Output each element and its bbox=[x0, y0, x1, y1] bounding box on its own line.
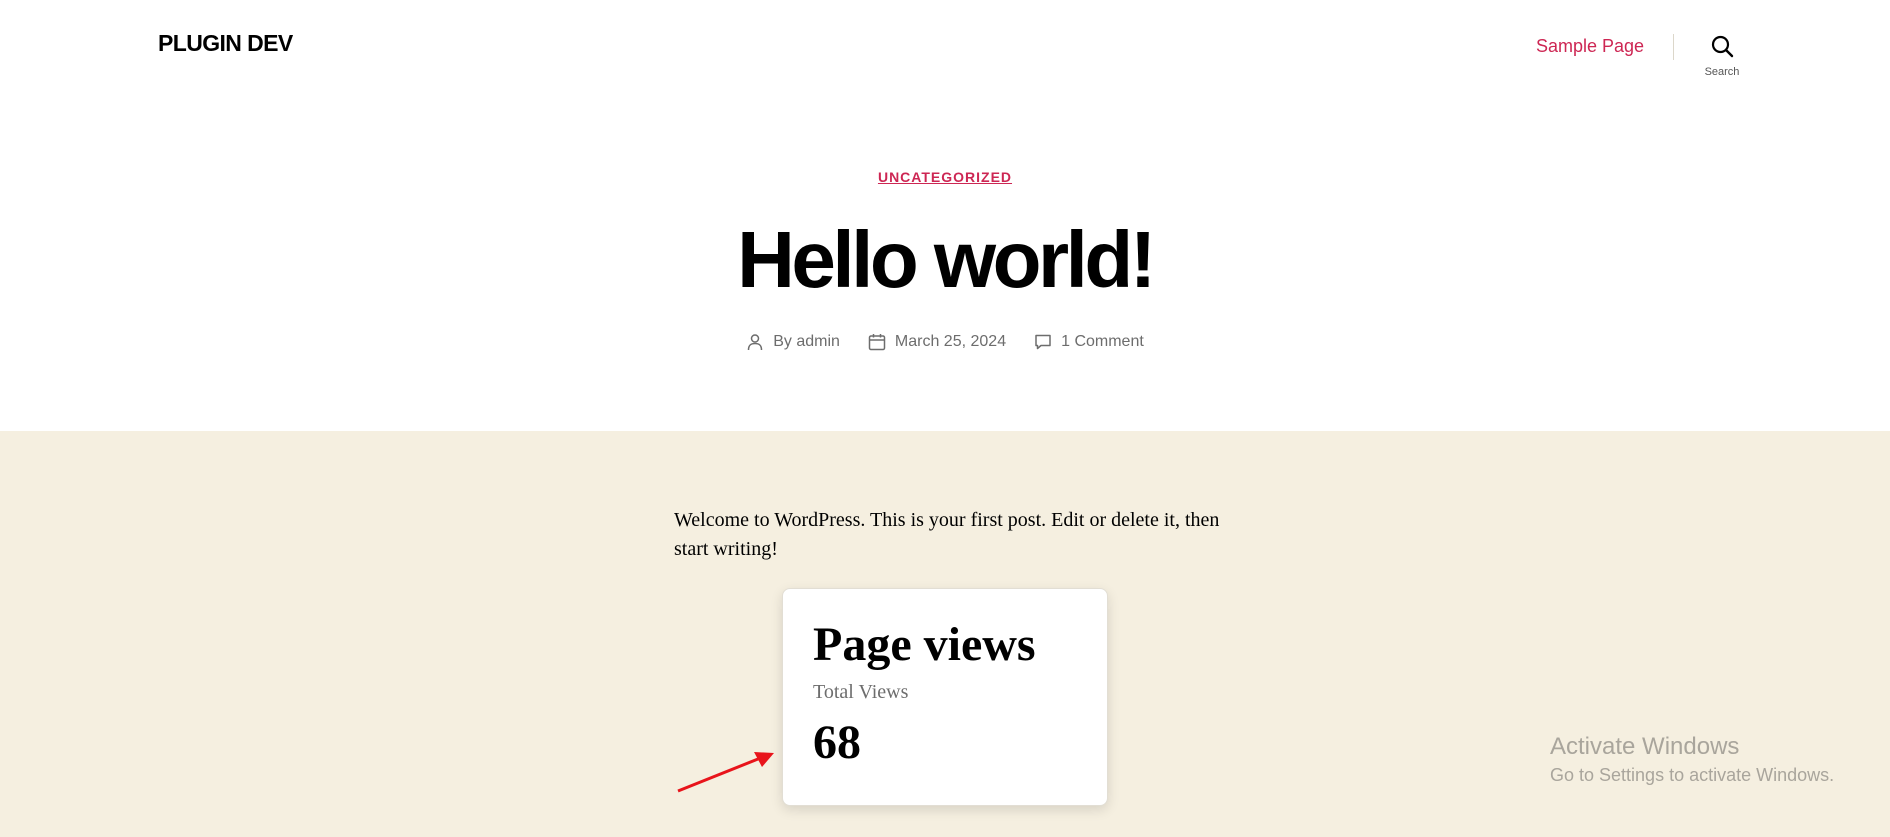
post-content: Welcome to WordPress. This is your first… bbox=[674, 509, 1220, 560]
calendar-icon bbox=[868, 334, 886, 351]
date-link[interactable]: March 25, 2024 bbox=[895, 333, 1006, 351]
post-category: UNCATEGORIZED bbox=[0, 169, 1890, 187]
windows-activation-watermark: Activate Windows Go to Settings to activ… bbox=[1550, 733, 1834, 786]
post-author: By admin bbox=[746, 333, 840, 351]
page-views-widget: Page views Total Views 68 bbox=[782, 588, 1108, 806]
site-header-area: PLUGIN DEV Sample Page Search UNCATEGORI… bbox=[0, 0, 1890, 431]
nav-link-sample-page[interactable]: Sample Page bbox=[1536, 36, 1644, 57]
post-comments: 1 Comment bbox=[1034, 333, 1144, 351]
search-icon bbox=[1711, 35, 1734, 58]
widget-subtitle: Total Views bbox=[813, 681, 909, 703]
post-date: March 25, 2024 bbox=[868, 333, 1006, 351]
comment-icon bbox=[1035, 334, 1051, 350]
post-title: Hello world! bbox=[737, 215, 1156, 304]
author-link[interactable]: admin bbox=[796, 333, 840, 351]
page-view-count: 68 bbox=[813, 716, 861, 769]
search-toggle-button[interactable]: Search bbox=[1690, 30, 1754, 82]
site-title[interactable]: PLUGIN DEV bbox=[158, 30, 293, 57]
author-prefix: By bbox=[773, 333, 792, 350]
widget-title: Page views bbox=[813, 618, 1036, 671]
category-link[interactable]: UNCATEGORIZED bbox=[878, 169, 1012, 185]
post-meta: By admin March 25, 2024 1 Comment bbox=[0, 333, 1890, 351]
red-arrow-icon bbox=[677, 752, 774, 793]
comments-link[interactable]: 1 Comment bbox=[1061, 333, 1144, 351]
search-label: Search bbox=[1704, 66, 1740, 78]
nav-divider bbox=[1673, 34, 1674, 60]
watermark-title: Activate Windows bbox=[1550, 733, 1740, 760]
person-icon bbox=[747, 334, 763, 351]
watermark-subtitle: Go to Settings to activate Windows. bbox=[1550, 765, 1835, 785]
